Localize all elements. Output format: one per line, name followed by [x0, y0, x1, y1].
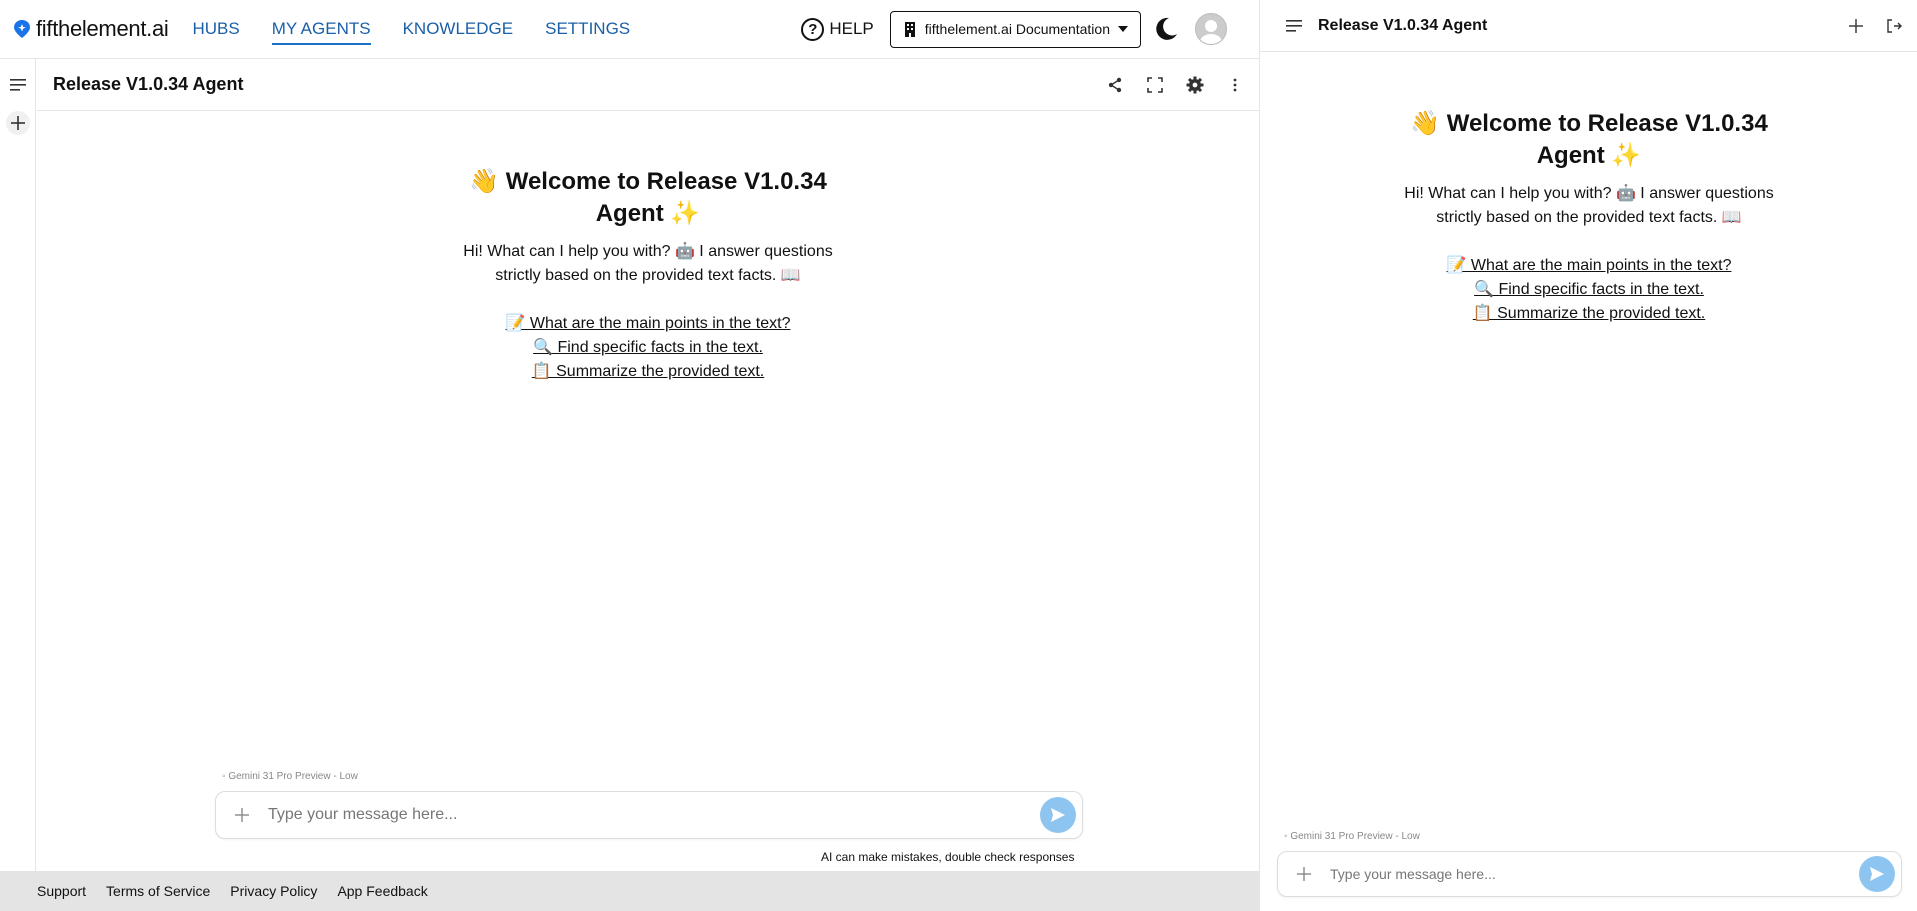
agent-header-actions — [1087, 73, 1247, 97]
panel-welcome-section: 👋 Welcome to Release V1.0.34 Agent ✨ Hi!… — [1389, 108, 1789, 326]
panel-message-composer — [1277, 851, 1902, 897]
panel-intro-line2: strictly based on the provided text fact… — [1436, 209, 1742, 226]
nav-right: ? HELP fifthelement.ai Documentation — [801, 10, 1227, 48]
help-label: HELP — [829, 19, 874, 38]
menu-icon[interactable] — [1284, 16, 1304, 36]
footer: Support Terms of Service Privacy Policy … — [0, 871, 1259, 911]
panel-suggestions: 📝 What are the main points in the text? … — [1389, 254, 1789, 326]
welcome-title: 👋 Welcome to Release V1.0.34 Agent ✨ — [448, 166, 848, 230]
nav-hubs[interactable]: HUBS — [192, 13, 239, 45]
send-icon — [1051, 808, 1065, 822]
footer-support[interactable]: Support — [37, 883, 86, 899]
panel-title: Release V1.0.34 Agent — [1318, 16, 1488, 34]
panel-send-button[interactable] — [1859, 856, 1895, 892]
logo[interactable]: fifthelement.ai — [12, 16, 169, 42]
building-icon — [903, 21, 917, 37]
avatar[interactable] — [1195, 13, 1227, 45]
more-vertical-icon[interactable] — [1223, 73, 1247, 97]
menu-icon[interactable] — [6, 73, 30, 97]
nav-knowledge[interactable]: KNOWLEDGE — [403, 13, 514, 45]
suggestion-find-facts[interactable]: 🔍 Find specific facts in the text. — [448, 336, 848, 360]
help-button[interactable]: ? HELP — [801, 17, 874, 41]
top-nav: fifthelement.ai HUBS MY AGENTS KNOWLEDGE… — [0, 0, 1259, 59]
nav-my-agents[interactable]: MY AGENTS — [271, 13, 371, 45]
plus-icon[interactable] — [1846, 16, 1866, 36]
disclaimer: AI can make mistakes, double check respo… — [821, 850, 1075, 864]
logo-text: fifthelement.ai — [36, 16, 169, 41]
workspace-selector[interactable]: fifthelement.ai Documentation — [889, 10, 1141, 48]
nav-settings[interactable]: SETTINGS — [545, 13, 630, 45]
footer-privacy[interactable]: Privacy Policy — [230, 883, 317, 899]
model-selector[interactable]: ◦ Gemini 31 Pro Preview - Low — [222, 771, 358, 782]
intro-line1: Hi! What can I help you with? 🤖 I answer… — [463, 243, 833, 260]
nav-links: HUBS MY AGENTS KNOWLEDGE SETTINGS — [192, 0, 662, 59]
panel-suggestion-main-points[interactable]: 📝 What are the main points in the text? — [1389, 254, 1789, 278]
welcome-title-line1: 👋 Welcome to Release V1.0.34 — [469, 168, 827, 195]
close-panel-icon[interactable] — [1884, 16, 1904, 36]
agent-header: Release V1.0.34 Agent — [37, 59, 1259, 111]
side-rail — [0, 59, 36, 871]
panel-header: Release V1.0.34 Agent — [1260, 0, 1917, 52]
suggestion-summarize[interactable]: 📋 Summarize the provided text. — [448, 360, 848, 384]
panel-welcome-intro: Hi! What can I help you with? 🤖 I answer… — [1389, 182, 1789, 230]
panel-suggestion-find-facts[interactable]: 🔍 Find specific facts in the text. — [1389, 278, 1789, 302]
welcome-section: 👋 Welcome to Release V1.0.34 Agent ✨ Hi!… — [448, 166, 848, 384]
new-chat-button[interactable] — [6, 111, 30, 135]
intro-line2: strictly based on the provided text fact… — [495, 267, 801, 284]
moon-icon[interactable] — [1153, 16, 1179, 42]
panel-actions — [1828, 16, 1904, 36]
welcome-title-line2: Agent ✨ — [595, 200, 701, 227]
panel-suggestion-summarize[interactable]: 📋 Summarize the provided text. — [1389, 302, 1789, 326]
panel-model-selector[interactable]: ◦ Gemini 31 Pro Preview - Low — [1284, 831, 1420, 842]
panel-intro-line1: Hi! What can I help you with? 🤖 I answer… — [1404, 185, 1774, 202]
share-icon[interactable] — [1103, 73, 1127, 97]
fullscreen-icon[interactable] — [1143, 73, 1167, 97]
send-button[interactable] — [1040, 797, 1076, 833]
suggestion-main-points[interactable]: 📝 What are the main points in the text? — [448, 312, 848, 336]
help-icon: ? — [801, 17, 825, 41]
caret-down-icon — [1118, 26, 1128, 32]
panel-welcome-title: 👋 Welcome to Release V1.0.34 Agent ✨ — [1389, 108, 1789, 172]
suggestions: 📝 What are the main points in the text? … — [448, 312, 848, 384]
agent-title: Release V1.0.34 Agent — [53, 74, 244, 94]
panel-welcome-title-line2: Agent ✨ — [1536, 142, 1642, 169]
panel-send-icon — [1870, 867, 1884, 881]
panel-attach-plus-icon[interactable] — [1294, 864, 1314, 884]
plus-icon — [11, 116, 25, 130]
panel-message-input[interactable] — [1330, 866, 1859, 882]
message-input[interactable] — [268, 806, 1040, 824]
footer-terms[interactable]: Terms of Service — [106, 883, 210, 899]
workspace-label: fifthelement.ai Documentation — [924, 21, 1110, 37]
footer-app-feedback[interactable]: App Feedback — [337, 883, 427, 899]
panel-welcome-title-line1: 👋 Welcome to Release V1.0.34 — [1410, 110, 1768, 137]
attach-plus-icon[interactable] — [232, 805, 252, 825]
location-pin-icon — [14, 20, 30, 38]
gear-icon[interactable] — [1183, 73, 1207, 97]
welcome-intro: Hi! What can I help you with? 🤖 I answer… — [448, 240, 848, 288]
main-app: fifthelement.ai HUBS MY AGENTS KNOWLEDGE… — [0, 0, 1259, 911]
message-composer — [215, 791, 1083, 839]
side-panel: Release V1.0.34 Agent 👋 Welcome to Relea… — [1259, 0, 1917, 911]
